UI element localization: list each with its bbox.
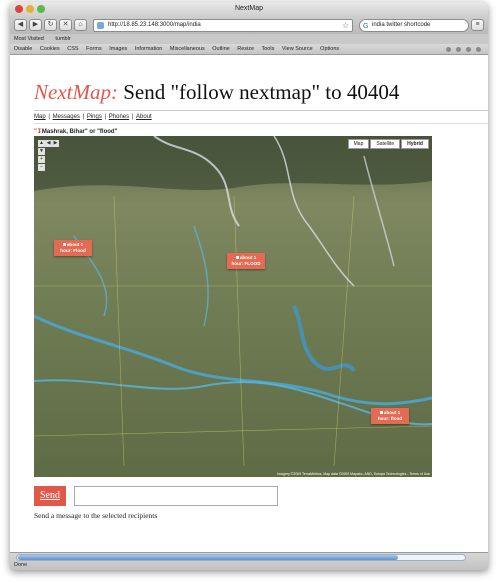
page-content: NextMap: Send "follow nextmap" to 40404 …	[10, 55, 488, 552]
map-attribution: Imagery ©2009 TerraMetrics, Map data ©20…	[277, 472, 430, 476]
zoom-window-button[interactable]	[37, 5, 45, 13]
main-nav: Map | Messages | Pings | Phones | About	[34, 114, 152, 120]
webdev-view-source[interactable]: View Source	[282, 46, 313, 52]
back-button[interactable]: ◀	[14, 19, 27, 31]
webdev-outline[interactable]: Outline	[212, 46, 229, 52]
status-info-icon	[476, 47, 481, 52]
status-js-icon	[466, 47, 471, 52]
map-marker[interactable]: about 1 hour: Flood	[54, 240, 92, 256]
map-type-satellite[interactable]: Satellite	[370, 139, 401, 149]
close-window-button[interactable]	[15, 5, 23, 13]
window-controls	[15, 5, 45, 13]
search-field[interactable]: G india twitter shortcode	[359, 18, 469, 32]
pan-control: ▲ ◀ ▶ ▼	[38, 140, 59, 156]
marker-line1: about 1	[239, 255, 257, 260]
quote-icon: "↧	[34, 129, 42, 135]
status-check-icon	[446, 47, 451, 52]
web-developer-toolbar: Disable Cookies CSS Forms Images Informa…	[10, 44, 488, 55]
forward-button[interactable]: ▶	[29, 19, 42, 31]
status-css-icon	[456, 47, 461, 52]
nav-messages[interactable]: Messages	[53, 114, 80, 120]
search-query-text: india twitter shortcode	[372, 21, 431, 28]
brand-name: NextMap:	[34, 80, 118, 104]
nav-map[interactable]: Map	[34, 114, 46, 120]
pan-down-button[interactable]: ▼	[38, 148, 45, 155]
home-icon[interactable]: ⌂	[74, 19, 87, 31]
minimize-window-button[interactable]	[26, 5, 34, 13]
bookmark-star-icon[interactable]: ☆	[342, 20, 349, 31]
page-title: NextMap: Send "follow nextmap" to 40404	[34, 80, 399, 105]
url-text: http://18.85.23.148:3000/map/india	[108, 21, 201, 28]
title-divider	[34, 110, 488, 111]
marker-icon	[379, 411, 383, 414]
webdev-options[interactable]: Options	[320, 46, 339, 52]
nav-divider	[34, 123, 488, 124]
satellite-map[interactable]: ▲ ◀ ▶ ▼ + − Map Satellite Hybrid about 1…	[34, 136, 432, 477]
map-type-map[interactable]: Map	[347, 139, 370, 149]
marker-line2: hour: Flood	[60, 248, 86, 253]
page-title-text: Send "follow nextmap" to 40404	[117, 80, 400, 104]
webdev-cookies[interactable]: Cookies	[40, 46, 60, 52]
webdev-css[interactable]: CSS	[67, 46, 78, 52]
bookmark-tumblr[interactable]: tumblr	[55, 36, 70, 42]
status-bar: Done	[10, 552, 488, 570]
horizontal-scrollbar[interactable]	[16, 554, 466, 561]
bookmark-most-visited[interactable]: Most Visited	[14, 36, 44, 42]
page-menu-button[interactable]: ≡	[471, 19, 484, 31]
webdev-forms[interactable]: Forms	[86, 46, 102, 52]
marker-line1: about 1	[66, 242, 84, 247]
webdev-tools[interactable]: Tools	[261, 46, 274, 52]
pan-up-button[interactable]: ▲	[38, 140, 45, 147]
webdev-miscellaneous[interactable]: Miscellaneous	[170, 46, 205, 52]
window-title: NextMap	[234, 5, 263, 12]
webdev-images[interactable]: Images	[109, 46, 127, 52]
webdev-resize[interactable]: Resize	[237, 46, 254, 52]
pan-left-button[interactable]: ◀	[45, 140, 52, 147]
map-marker[interactable]: about 1 hour: FLOOD	[227, 253, 265, 269]
webdev-disable[interactable]: Disable	[14, 46, 32, 52]
map-marker[interactable]: about 1 hour: flood	[371, 408, 409, 424]
marker-icon	[235, 256, 239, 259]
nav-about[interactable]: About	[136, 114, 152, 120]
map-imagery	[34, 136, 432, 477]
nav-phones[interactable]: Phones	[109, 114, 129, 120]
map-zoom-control: ▲ ◀ ▶ ▼ + −	[38, 140, 59, 172]
status-text: Done	[14, 562, 28, 568]
marker-line2: hour: FLOOD	[231, 261, 261, 266]
zoom-in-button[interactable]: +	[38, 156, 45, 163]
browser-window: NextMap ◀ ▶ ↻ ✕ ⌂ http://18.85.23.148:30…	[10, 2, 488, 570]
webdev-information[interactable]: Information	[135, 46, 163, 52]
reload-button[interactable]: ↻	[44, 19, 57, 31]
send-hint: Send a message to the selected recipient…	[34, 511, 158, 520]
search-engine-icon: G	[363, 22, 369, 30]
zoom-out-button[interactable]: −	[38, 164, 45, 171]
pan-right-button[interactable]: ▶	[52, 140, 59, 147]
title-bar: NextMap	[10, 2, 488, 16]
favicon-icon	[97, 21, 104, 29]
map-type-hybrid[interactable]: Hybrid	[401, 139, 429, 149]
bookmarks-bar: Most Visited tumblr	[10, 34, 488, 44]
marker-icon	[62, 243, 66, 246]
url-bar[interactable]: http://18.85.23.148:3000/map/india ☆	[93, 18, 353, 32]
map-type-control: Map Satellite Hybrid	[347, 139, 429, 149]
filter-query: "↧Mashrak, Bihar" or "flood"	[34, 128, 117, 135]
filter-query-text: Mashrak, Bihar" or "flood"	[41, 129, 118, 135]
marker-line1: about 1	[383, 410, 401, 415]
send-button[interactable]: Send	[34, 486, 66, 506]
nav-pings[interactable]: Pings	[87, 114, 102, 120]
message-input[interactable]	[74, 486, 278, 506]
scrollbar-thumb[interactable]	[18, 555, 398, 560]
browser-toolbar: ◀ ▶ ↻ ✕ ⌂ http://18.85.23.148:3000/map/i…	[10, 16, 488, 34]
marker-line2: hour: flood	[377, 416, 403, 421]
stop-button[interactable]: ✕	[59, 19, 72, 31]
